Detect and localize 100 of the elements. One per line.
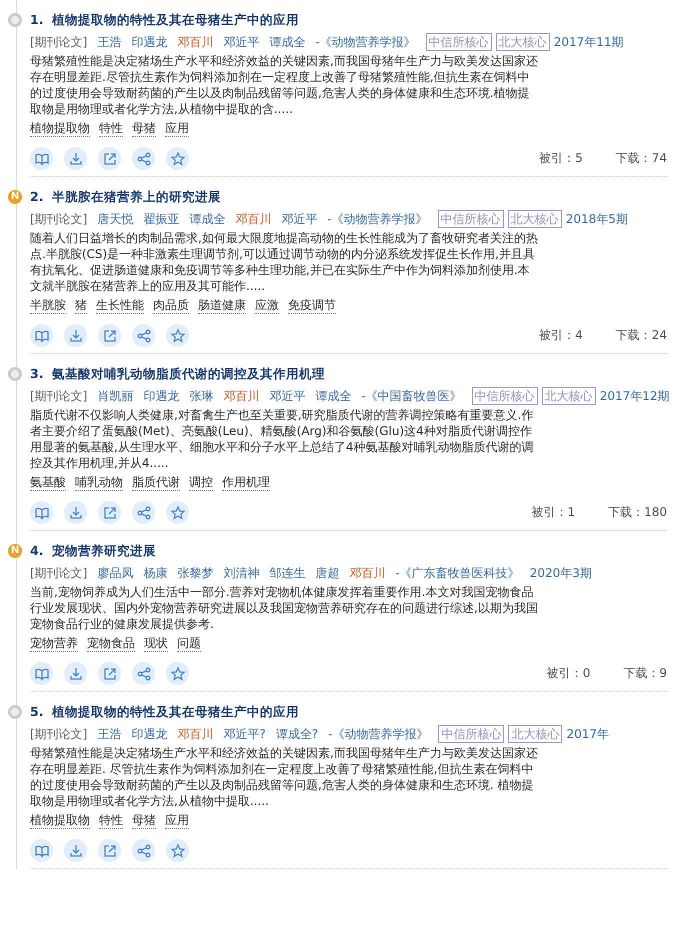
- abstract-text: 母猪繁殖性能是决定猪场生产水平和经济效益的关键因素,而我国母猪年生产力与欧美发达国家还存在明显差距. 尽管抗生素作为饲料添加剂在一定程度上改善了母猪繁殖性能,但抗生素在饲料中的过度使用会导致耐药菌的产生以及肉制品残留等问题,危害人类的身体健康和生态环境. 植物提取物是用物理或者化学方法,从植物中提取.....: [30, 745, 539, 809]
- author-link[interactable]: 印遇龙: [131, 724, 168, 744]
- keyword-link[interactable]: 哺乳动物: [75, 474, 123, 491]
- timeline-dot: [8, 367, 22, 381]
- new-badge: N: [8, 190, 22, 204]
- new-badge: N: [8, 544, 22, 558]
- book-button[interactable]: [30, 501, 53, 524]
- keyword-link[interactable]: 免疫调节: [288, 297, 336, 314]
- download-button[interactable]: [64, 839, 87, 862]
- journal-link[interactable]: -《动物营养学报》: [315, 32, 416, 52]
- download-button[interactable]: [64, 662, 87, 685]
- book-button[interactable]: [30, 324, 53, 347]
- result-title[interactable]: 2. 半胱胺在猪营养上的研究进展: [30, 187, 222, 207]
- author-link[interactable]: 翟振亚: [143, 209, 180, 229]
- core-journal-tag: 中信所核心: [426, 33, 492, 51]
- author-link[interactable]: 王浩: [97, 32, 122, 52]
- keyword-link[interactable]: 特性: [99, 120, 123, 137]
- author-link[interactable]: 印遇龙: [143, 386, 180, 406]
- keyword-link[interactable]: 应用: [165, 120, 189, 137]
- author-link[interactable]: 谭成全: [315, 386, 352, 406]
- keyword-link[interactable]: 肠道健康: [198, 297, 246, 314]
- author-link[interactable]: 杨康: [143, 563, 168, 583]
- keyword-link[interactable]: 猪: [75, 297, 87, 314]
- download-button[interactable]: [64, 324, 87, 347]
- author-link[interactable]: 邓近平: [223, 32, 260, 52]
- author-link[interactable]: 邓百川: [235, 209, 272, 229]
- journal-link[interactable]: -《动物营养学报》: [328, 724, 428, 744]
- author-link[interactable]: 邓百川: [349, 563, 386, 583]
- author-link[interactable]: 邓近平?: [223, 724, 266, 744]
- issue-date: 2017年12期: [600, 388, 670, 405]
- external-link-button[interactable]: [98, 324, 121, 347]
- author-link[interactable]: 谭成全?: [276, 724, 318, 744]
- author-link[interactable]: 邓百川: [223, 386, 260, 406]
- author-link[interactable]: 唐超: [315, 563, 340, 583]
- author-link[interactable]: 肖凯丽: [97, 386, 134, 406]
- author-link[interactable]: 邓近平: [281, 209, 318, 229]
- keyword-link[interactable]: 调控: [189, 474, 213, 491]
- author-link[interactable]: 刘清神: [223, 563, 260, 583]
- author-link[interactable]: 谭成全: [269, 32, 306, 52]
- star-button[interactable]: [166, 324, 189, 347]
- core-journal-tag: 北大核心: [508, 725, 562, 743]
- star-button[interactable]: [166, 662, 189, 685]
- keyword-link[interactable]: 植物提取物: [30, 812, 90, 829]
- issue-date: 2018年5期: [566, 211, 628, 228]
- star-button[interactable]: [166, 147, 189, 170]
- author-link[interactable]: 廖品凤: [97, 563, 134, 583]
- author-link[interactable]: 印遇龙: [131, 32, 168, 52]
- author-link[interactable]: 张黎梦: [177, 563, 214, 583]
- keyword-link[interactable]: 母猪: [132, 120, 156, 137]
- external-link-button[interactable]: [98, 662, 121, 685]
- share-button[interactable]: [132, 839, 155, 862]
- author-link[interactable]: 邹连生: [269, 563, 306, 583]
- abstract-text: 母猪繁殖性能是决定猪场生产水平和经济效益的关键因素,而我国母猪年生产力与欧美发达国家还存在明显差距.尽管抗生素作为饲料添加剂在一定程度上改善了母猪繁殖性能,但抗生素在饲料中的过度使用会导致耐药菌的产生以及肉制品残留等问题,危害人类的身体健康和生态环境.植物提取物是用物理或者化学方法,从植物中提取的含.....: [30, 53, 539, 117]
- author-link[interactable]: 谭成全: [189, 209, 226, 229]
- keyword-link[interactable]: 脂质代谢: [132, 474, 180, 491]
- core-journal-tag: 北大核心: [496, 33, 550, 51]
- abstract-text: 当前,宠物饲养成为人们生活中一部分.营养对宠物机体健康发挥着重要作用.本文对我国宠物食品行业发展现状、国内外宠物营养研究进展以及我国宠物营养研究存在的问题进行综述,以期为我国宠物食品行业的健康发展提供参考.: [30, 584, 539, 632]
- author-link[interactable]: 张琳: [189, 386, 214, 406]
- keyword-link[interactable]: 生长性能: [96, 297, 144, 314]
- journal-link[interactable]: -《动物营养学报》: [327, 209, 428, 229]
- journal-link[interactable]: -《中国畜牧兽医》: [361, 386, 462, 406]
- star-button[interactable]: [166, 501, 189, 524]
- keyword-link[interactable]: 植物提取物: [30, 120, 90, 137]
- journal-link[interactable]: -《广东畜牧兽医科技》: [395, 563, 520, 583]
- author-link[interactable]: 邓百川: [177, 724, 214, 744]
- download-button[interactable]: [64, 501, 87, 524]
- result-title[interactable]: 1. 植物提取物的特性及其在母猪生产中的应用: [30, 10, 300, 30]
- keyword-link[interactable]: 肉品质: [153, 297, 189, 314]
- share-button[interactable]: [132, 501, 155, 524]
- external-link-button[interactable]: [98, 501, 121, 524]
- keyword-link[interactable]: 半胱胺: [30, 297, 66, 314]
- keyword-link[interactable]: 作用机理: [222, 474, 270, 491]
- keyword-link[interactable]: 现状: [144, 635, 168, 652]
- result-title[interactable]: 5. 植物提取物的特性及其在母猪生产中的应用: [30, 702, 300, 722]
- result-title[interactable]: 3. 氨基酸对哺乳动物脂质代谢的调控及其作用机理: [30, 364, 326, 384]
- keyword-link[interactable]: 应激: [255, 297, 279, 314]
- keyword-link[interactable]: 特性: [99, 812, 123, 829]
- download-button[interactable]: [64, 147, 87, 170]
- star-button[interactable]: [166, 839, 189, 862]
- author-link[interactable]: 邓近平: [269, 386, 306, 406]
- citation-count: 被引：5: [539, 150, 583, 167]
- keyword-link[interactable]: 氨基酸: [30, 474, 66, 491]
- keyword-link[interactable]: 宠物营养: [30, 635, 78, 652]
- book-button[interactable]: [30, 662, 53, 685]
- author-link[interactable]: 唐天悦: [97, 209, 134, 229]
- keyword-link[interactable]: 问题: [177, 635, 201, 652]
- share-button[interactable]: [132, 662, 155, 685]
- keyword-link[interactable]: 母猪: [132, 812, 156, 829]
- keyword-link[interactable]: 宠物食品: [87, 635, 135, 652]
- external-link-button[interactable]: [98, 147, 121, 170]
- result-title[interactable]: 4. 宠物营养研究进展: [30, 541, 156, 561]
- share-button[interactable]: [132, 324, 155, 347]
- timeline-dot: [8, 13, 22, 27]
- author-link[interactable]: 邓百川: [177, 32, 214, 52]
- keyword-link[interactable]: 应用: [165, 812, 189, 829]
- book-button[interactable]: [30, 839, 53, 862]
- author-link[interactable]: 王浩: [97, 724, 122, 744]
- external-link-button[interactable]: [98, 839, 121, 862]
- book-button[interactable]: [30, 147, 53, 170]
- share-button[interactable]: [132, 147, 155, 170]
